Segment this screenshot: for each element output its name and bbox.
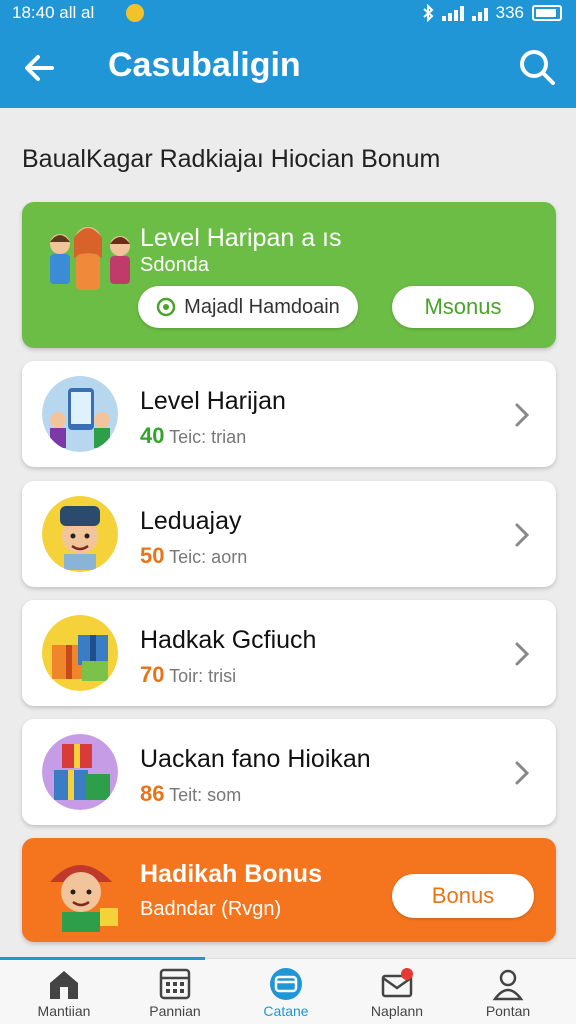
featured-title: Level Haripan a ıs — [140, 224, 342, 252]
nav-item-profile[interactable]: Pontan — [458, 967, 558, 1019]
page-title: Casubaligin — [108, 46, 301, 84]
profile-icon — [492, 969, 524, 1001]
bottom-nav: Mantiian Pannian Catane Naplann Pontan — [0, 957, 576, 1024]
bluetooth-icon — [422, 4, 434, 22]
bonus-card-subtitle: Badndar (Rvgn) — [140, 898, 282, 920]
list-item-meta: 70 Toir: trisi — [140, 662, 236, 688]
bonus-card[interactable]: Hadikah Bonus Badndar (Rvgn) Bonus — [22, 838, 556, 942]
section-subtitle: BaualKagar Radkiajaı Hiocian Bonum — [22, 145, 441, 173]
nav-item-label: Pontan — [485, 1003, 531, 1019]
featured-bonus-button-label: Msonus — [424, 294, 502, 319]
search-icon[interactable] — [516, 46, 558, 88]
list-item-points: 70 — [140, 662, 165, 687]
chevron-right-icon — [515, 403, 530, 427]
nav-item-calendar[interactable]: Pannian — [125, 967, 225, 1019]
bonus-card-title: Hadikah Bonus — [140, 860, 322, 888]
list-item-points: 50 — [140, 543, 165, 568]
nav-item-label: Catane — [263, 1003, 309, 1019]
list-item-meta: 40 Teic: trian — [140, 423, 246, 449]
list-item-meta-text: Toir: trisi — [169, 666, 237, 686]
gift-stack-icon — [42, 734, 118, 810]
featured-level-card[interactable]: Level Haripan a ıs Sdonda Majadl Hamdoai… — [22, 202, 556, 348]
back-arrow-icon[interactable] — [20, 48, 60, 88]
list-item-title: Level Harijan — [140, 387, 286, 415]
list-item-title: Leduajay — [140, 507, 242, 535]
bonus-character-icon — [50, 865, 118, 932]
nav-item-mail[interactable]: Naplann — [347, 967, 447, 1019]
nav-item-wallet[interactable]: Catane — [236, 967, 336, 1019]
featured-primary-button-label: Majadl Hamdoain — [184, 295, 340, 318]
mail-icon — [381, 968, 413, 998]
people-group-icon — [50, 227, 130, 290]
list-item[interactable]: Leduajay 50 Teic: aorn — [22, 481, 556, 587]
notification-icon — [126, 4, 144, 22]
target-icon — [156, 297, 176, 317]
nav-item-label: Mantiian — [37, 1003, 91, 1019]
status-time: 18:40 all al — [12, 3, 95, 22]
list-item-title: Hadkak Gcfiuch — [140, 626, 317, 654]
featured-subtitle: Sdonda — [140, 254, 209, 276]
phone-people-icon — [42, 376, 118, 452]
calendar-icon — [159, 968, 191, 1000]
chevron-right-icon — [515, 523, 530, 547]
chevron-right-icon — [515, 642, 530, 666]
status-right: 336 — [422, 3, 562, 23]
list-item-meta-text: Teit: som — [169, 785, 242, 805]
home-icon — [50, 971, 78, 999]
nav-item-label: Naplann — [370, 1003, 424, 1019]
nav-active-indicator — [0, 957, 205, 960]
bonus-button-label: Bonus — [431, 883, 495, 908]
signal-icon — [441, 5, 464, 21]
list-item-meta-text: Teic: trian — [169, 427, 247, 447]
battery-icon — [532, 5, 562, 21]
wifi-signal-icon — [471, 5, 488, 21]
list-item-points: 86 — [140, 781, 165, 806]
chevron-right-icon — [515, 761, 530, 785]
status-bar: 18:40 all al 336 — [0, 0, 576, 28]
list-item[interactable]: Hadkak Gcfiuch 70 Toir: trisi — [22, 600, 556, 706]
battery-text: 336 — [495, 3, 524, 22]
list-item-meta: 86 Teit: som — [140, 781, 241, 807]
bonus-button[interactable]: Bonus — [392, 874, 534, 918]
app-bar: Casubaligin — [0, 28, 576, 108]
list-item-points: 40 — [140, 423, 165, 448]
featured-primary-button[interactable]: Majadl Hamdoain — [138, 286, 358, 328]
list-item[interactable]: Level Harijan 40 Teic: trian — [22, 361, 556, 467]
nav-item-home[interactable]: Mantiian — [14, 967, 114, 1019]
nav-item-label: Pannian — [149, 1003, 201, 1019]
list-item-meta: 50 Teic: aorn — [140, 543, 247, 569]
featured-bonus-button[interactable]: Msonus — [392, 286, 534, 328]
boy-character-icon — [42, 496, 118, 572]
gift-boxes-icon — [42, 615, 118, 691]
wallet-icon — [270, 968, 302, 1000]
list-item[interactable]: Uackan fano Hioikan 86 Teit: som — [22, 719, 556, 825]
list-item-title: Uackan fano Hioikan — [140, 745, 371, 773]
list-item-meta-text: Teic: aorn — [169, 547, 248, 567]
